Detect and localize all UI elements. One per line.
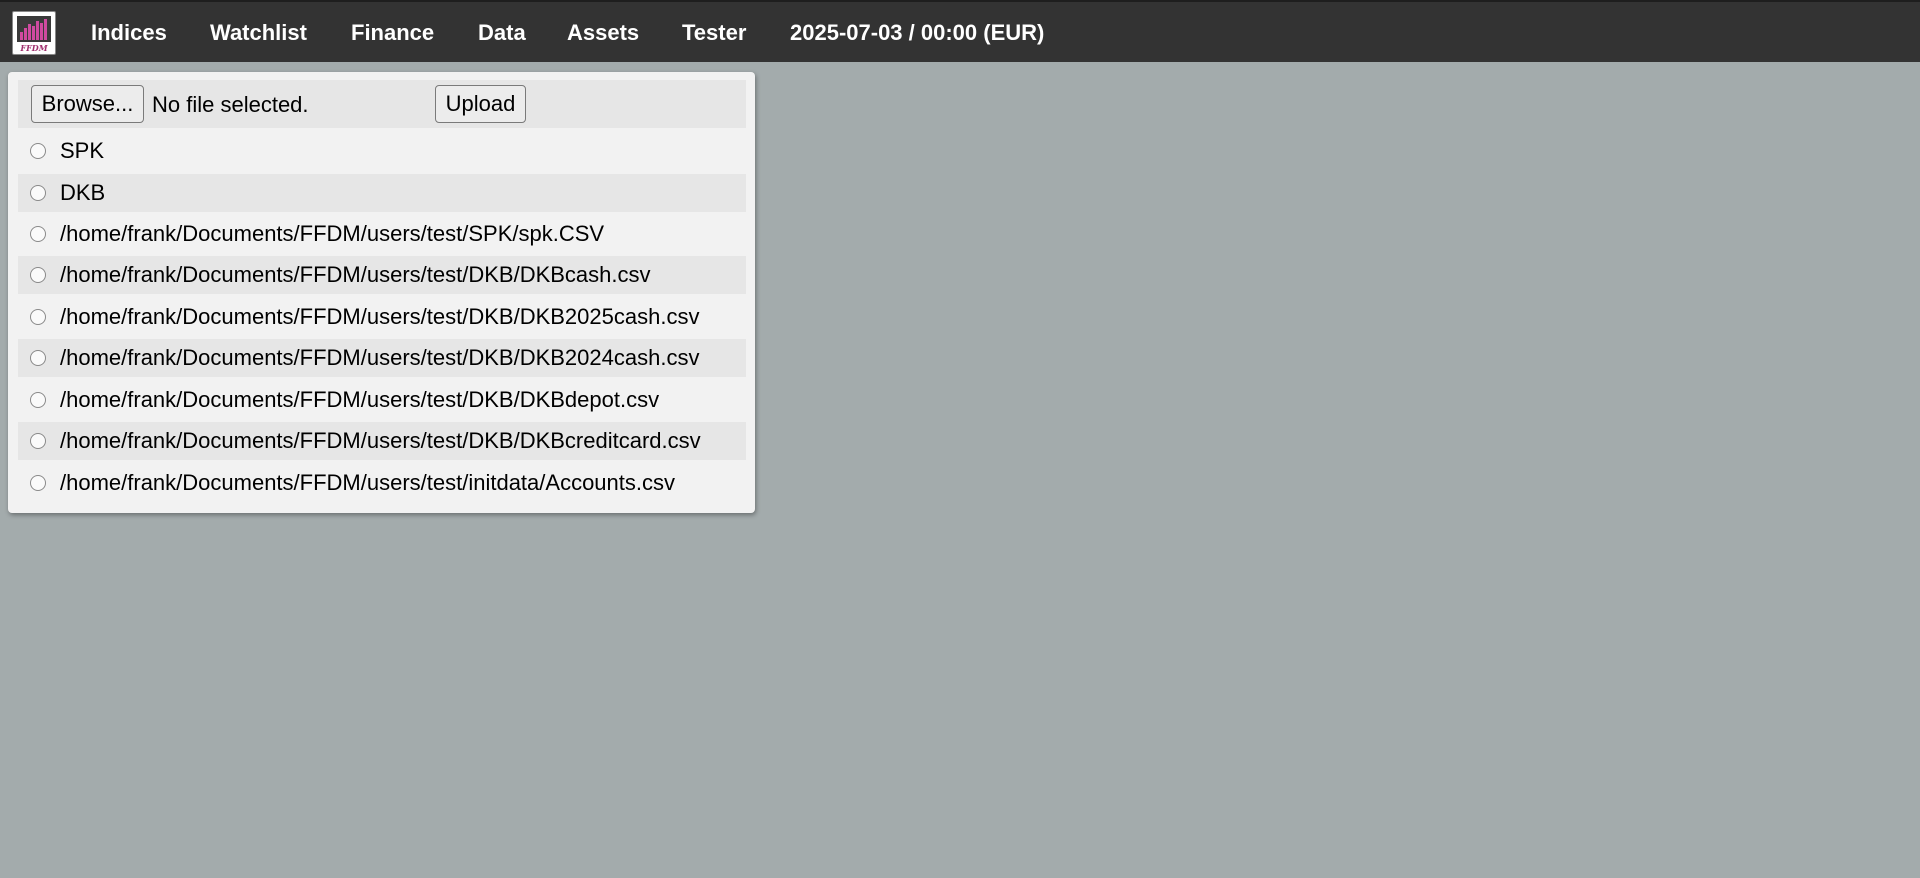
radio-button[interactable] (30, 475, 46, 491)
source-option-label: /home/frank/Documents/FFDM/users/test/in… (60, 470, 676, 495)
date-currency-label: 2025-07-03 / 00:00 (EUR) (790, 20, 1045, 45)
source-option[interactable]: /home/frank/Documents/FFDM/users/test/SP… (18, 215, 746, 253)
radio-button[interactable] (30, 433, 46, 449)
source-option[interactable]: SPK (18, 132, 746, 170)
radio-button[interactable] (30, 267, 46, 283)
source-option-label: SPK (60, 138, 105, 163)
source-option[interactable]: /home/frank/Documents/FFDM/users/test/DK… (18, 256, 746, 294)
radio-button[interactable] (30, 185, 46, 201)
source-option[interactable]: /home/frank/Documents/FFDM/users/test/DK… (18, 422, 746, 460)
top-navigation-bar: FFDM Indices Watchlist Finance Data Asse… (0, 0, 1920, 62)
file-status-text: No file selected. (152, 92, 309, 117)
radio-button[interactable] (30, 392, 46, 408)
browse-button[interactable]: Browse... (31, 85, 144, 123)
source-option-label: /home/frank/Documents/FFDM/users/test/SP… (60, 221, 605, 246)
source-option-label: /home/frank/Documents/FFDM/users/test/DK… (60, 428, 701, 453)
source-option-label: /home/frank/Documents/FFDM/users/test/DK… (60, 262, 651, 287)
file-import-panel: Browse... No file selected. Upload SPK D… (8, 72, 755, 513)
source-option[interactable]: /home/frank/Documents/FFDM/users/test/DK… (18, 381, 746, 419)
source-option-label: /home/frank/Documents/FFDM/users/test/DK… (60, 345, 700, 370)
nav-data[interactable]: Data (478, 20, 526, 46)
nav-indices[interactable]: Indices (91, 20, 167, 46)
source-option[interactable]: /home/frank/Documents/FFDM/users/test/in… (18, 464, 746, 502)
radio-button[interactable] (30, 309, 46, 325)
source-option-label: /home/frank/Documents/FFDM/users/test/DK… (60, 387, 660, 412)
source-option-label: /home/frank/Documents/FFDM/users/test/DK… (60, 304, 700, 329)
nav-assets[interactable]: Assets (567, 20, 639, 46)
source-option[interactable]: /home/frank/Documents/FFDM/users/test/DK… (18, 339, 746, 377)
nav-watchlist[interactable]: Watchlist (210, 20, 307, 46)
logo-text: FFDM (19, 43, 48, 53)
nav-tester[interactable]: Tester (682, 20, 746, 46)
nav-finance[interactable]: Finance (351, 20, 434, 46)
upload-row: Browse... No file selected. Upload (18, 80, 746, 128)
radio-button[interactable] (30, 143, 46, 159)
upload-button[interactable]: Upload (435, 85, 526, 123)
radio-button[interactable] (30, 226, 46, 242)
radio-button[interactable] (30, 350, 46, 366)
source-option[interactable]: /home/frank/Documents/FFDM/users/test/DK… (18, 298, 746, 336)
source-option[interactable]: DKB (18, 174, 746, 212)
ffdm-logo[interactable]: FFDM (12, 11, 56, 55)
source-option-label: DKB (60, 180, 106, 205)
